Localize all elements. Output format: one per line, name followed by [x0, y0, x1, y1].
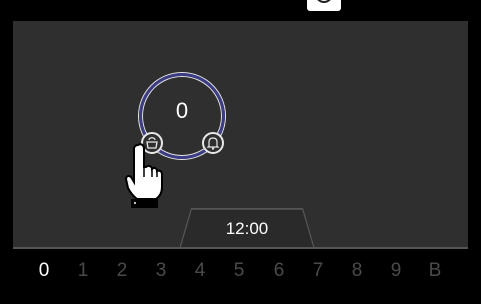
device-frame: 0 12:00 0 1 2 3 4 5 6 7 8 9 B	[0, 0, 481, 304]
digit-item[interactable]: 1	[73, 260, 93, 282]
digit-item[interactable]: 6	[269, 260, 289, 282]
digit-item[interactable]: 9	[386, 260, 406, 282]
digit-item[interactable]: 2	[112, 260, 132, 282]
digit-item[interactable]: 8	[347, 260, 367, 282]
digit-item[interactable]: 0	[34, 260, 54, 282]
pointing-hand-icon	[124, 143, 163, 208]
bell-icon	[206, 137, 220, 150]
top-circle-icon	[307, 0, 341, 11]
digit-item[interactable]: 3	[151, 260, 171, 282]
dial-value: 0	[175, 98, 189, 123]
digit-selector: 0 1 2 3 4 5 6 7 8 9 B	[13, 249, 468, 292]
time-display: 12:00	[225, 219, 269, 238]
digit-item[interactable]: 7	[308, 260, 328, 282]
digit-item[interactable]: 5	[229, 260, 249, 282]
digit-item[interactable]: 4	[190, 260, 210, 282]
bell-button[interactable]	[202, 132, 224, 154]
digit-item[interactable]: B	[425, 260, 445, 282]
